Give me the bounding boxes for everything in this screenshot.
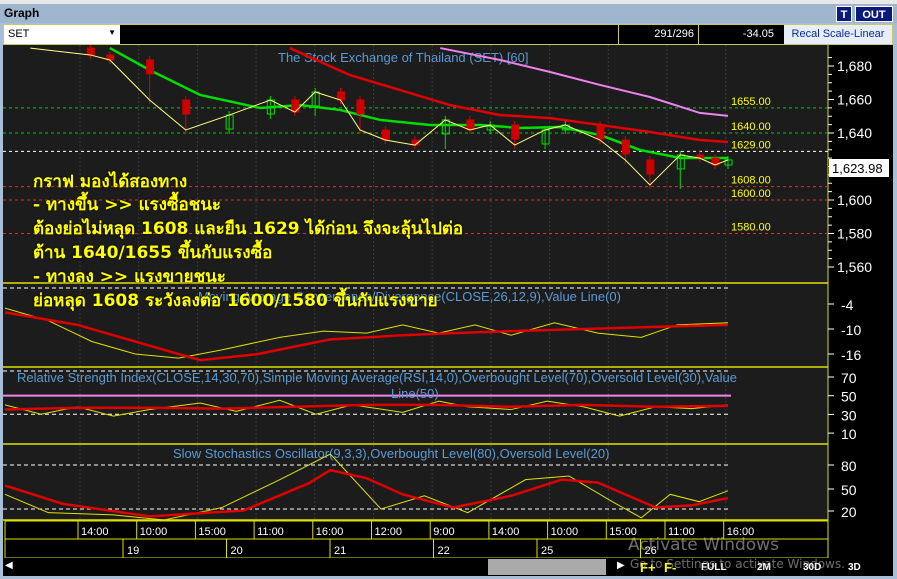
date-label: 25	[541, 545, 553, 557]
level-label: 1629.00	[731, 139, 771, 151]
price-axis-label: 1,580	[837, 226, 872, 242]
recal-scale-button[interactable]: Recal Scale-Linear	[784, 25, 892, 44]
rsi-axis-label: 50	[841, 389, 857, 405]
candle	[381, 129, 390, 141]
rsi-panel-title: Relative Strength Index(CLOSE,14,30,70),…	[17, 370, 737, 385]
price-axis-label: 1,560	[837, 259, 872, 275]
change-value: -34.05	[698, 25, 778, 44]
watermark-subtitle: Go to Settings to activate Windows.	[630, 557, 845, 571]
3d-button[interactable]: 3D	[848, 562, 861, 573]
time-label: 10:00	[551, 526, 579, 538]
price-axis-label: 1,680	[837, 58, 872, 74]
window-title: Graph	[0, 4, 897, 23]
level-label: 1580.00	[731, 222, 771, 234]
out-button[interactable]: OUT	[855, 6, 893, 22]
level-label: 1640.00	[731, 121, 771, 133]
candle	[336, 91, 345, 101]
price-axis-label: 1,660	[837, 92, 872, 108]
rsi-axis-label: 70	[841, 370, 857, 386]
stoch-axis-label: 20	[841, 504, 857, 520]
time-label: 12:00	[375, 526, 403, 538]
time-label: 14:00	[81, 526, 109, 538]
candle	[146, 59, 155, 75]
price-axis-label: 1,600	[837, 192, 872, 208]
date-label: 22	[438, 545, 450, 557]
symbol-value: SET	[8, 28, 30, 40]
symbol-select[interactable]: SET ▼	[4, 25, 120, 44]
annotation-line: ต้าน 1640/1655 ขึ้นกับแรงซื้อ	[33, 243, 273, 263]
t-button[interactable]: T	[836, 6, 852, 22]
watermark-title: Activate Windows	[628, 535, 779, 555]
date-label: 19	[127, 545, 139, 557]
date-label: 20	[231, 545, 243, 557]
right-axis-background	[828, 45, 893, 558]
candle	[511, 124, 520, 140]
macd-axis-label: -16	[841, 347, 861, 363]
annotation-line: ย่อหลุด 1608 ระวังลงต่อ 1600/1580 ขึ้นกั…	[33, 291, 438, 311]
annotation-line: - ทางลง >> แรงขายชนะ	[33, 267, 226, 287]
rsi-axis-label: 10	[841, 426, 857, 442]
scrollbar-thumb[interactable]	[488, 559, 606, 575]
chart-area[interactable]: 1,6801,6601,6401,6201,6001,5801,5601655.…	[3, 45, 893, 558]
time-label: 9:00	[433, 526, 454, 538]
date-label: 21	[334, 545, 346, 557]
annotation-line: ต้องย่อไม่หลุด 1608 และยืน 1629 ได้ก่อน …	[33, 219, 464, 239]
chevron-down-icon: ▼	[108, 28, 116, 37]
candle	[356, 99, 365, 115]
candle	[596, 124, 605, 140]
stoch-axis-label: 50	[841, 482, 857, 498]
rsi-axis-label: 30	[841, 407, 857, 423]
time-label: 10:00	[140, 526, 168, 538]
candle	[621, 139, 630, 155]
time-label: 11:00	[257, 526, 284, 538]
time-label: 16:00	[316, 526, 344, 538]
level-label: 1655.00	[731, 96, 771, 108]
scroll-left-arrow-icon[interactable]: ◀	[5, 560, 13, 571]
annotation-line: - ทางขึ้น >> แรงซื้อชนะ	[33, 195, 222, 215]
price-axis-label: 1,640	[837, 125, 872, 141]
rsi-panel-title-cont: Line(50)	[391, 386, 439, 401]
candle	[646, 159, 655, 175]
time-label: 14:00	[492, 526, 520, 538]
candle	[86, 47, 95, 56]
level-label: 1600.00	[731, 188, 771, 200]
chart-header-bar: SET ▼ 291/296 -34.05 Recal Scale-Linear	[3, 24, 893, 45]
level-label: 1608.00	[731, 175, 771, 187]
stoch-axis-label: 80	[841, 458, 857, 474]
macd-axis-label: -4	[841, 297, 854, 313]
bar-counter: 291/296	[618, 25, 698, 44]
scroll-right-arrow-icon[interactable]: ▶	[617, 560, 625, 571]
last-price-label: 1,623.98	[832, 161, 883, 176]
candle	[291, 99, 300, 113]
stoch-panel-title: Slow Stochastics Oscillator(9,3,3),Overb…	[173, 446, 609, 461]
macd-axis-label: -10	[841, 322, 861, 338]
time-label: 15:00	[198, 526, 226, 538]
candle	[182, 99, 191, 115]
candle	[466, 119, 475, 131]
